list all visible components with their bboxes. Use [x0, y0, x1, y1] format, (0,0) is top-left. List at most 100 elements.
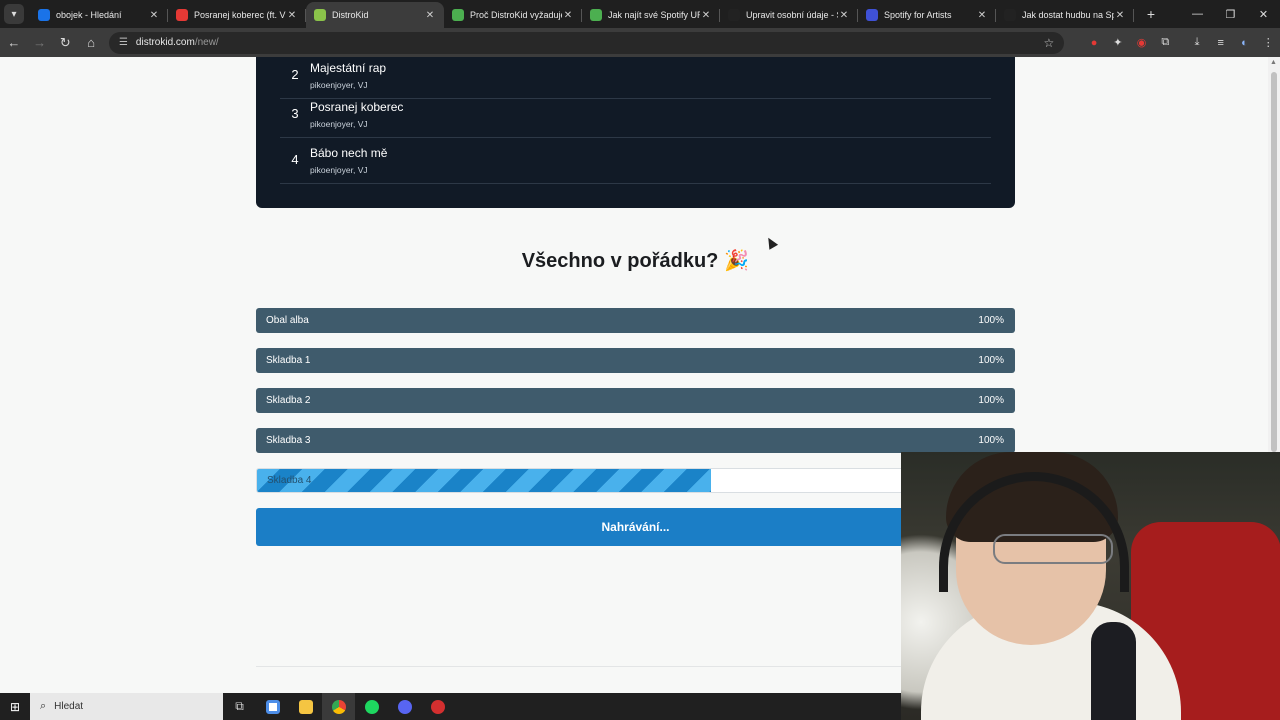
tab-favicon-icon — [452, 9, 464, 21]
upload-percent: 100% — [978, 355, 1004, 366]
tab-close-icon[interactable]: ✕ — [700, 10, 712, 21]
tab-favicon-icon — [590, 9, 602, 21]
upload-progress-bar: Skladba 1 100% — [256, 348, 1015, 373]
app-icon[interactable] — [421, 693, 454, 720]
browser-tab[interactable]: obojek - Hledání ✕ — [30, 2, 168, 28]
extensions-puzzle-icon[interactable]: ⧉ — [1153, 31, 1177, 55]
chrome-icon[interactable] — [322, 693, 355, 720]
new-tab-icon[interactable]: + — [1140, 3, 1162, 25]
windows-taskbar: ⊞ ⌕ Hledat ⧉ — [0, 693, 901, 720]
upload-percent: 100% — [978, 315, 1004, 326]
upload-progress-bar: Skladba 3 100% — [256, 428, 1015, 453]
track-title: Majestátní rap — [310, 61, 387, 75]
track-number: 3 — [291, 106, 299, 121]
site-info-icon[interactable]: ☰ — [119, 37, 128, 48]
upload-label: Skladba 1 — [266, 355, 311, 366]
upload-label: Skladba 3 — [266, 435, 311, 446]
extension-record-icon[interactable]: ◉ — [1130, 31, 1154, 55]
url-path: /new/ — [194, 37, 219, 48]
start-menu-icon[interactable]: ⊞ — [0, 693, 30, 720]
file-explorer-icon[interactable] — [289, 693, 322, 720]
profile-avatar[interactable]: ◐ — [1233, 31, 1257, 55]
webcam-glasses — [993, 534, 1113, 564]
browser-tab-strip: ▾ obojek - Hledání ✕ Posranej koberec (ft.… — [0, 0, 1280, 28]
tab-separator — [1133, 9, 1134, 22]
discord-icon[interactable] — [388, 693, 421, 720]
tab-close-icon[interactable]: ✕ — [838, 10, 850, 21]
task-view-icon[interactable]: ⧉ — [223, 693, 256, 720]
scroll-up-icon[interactable]: ▲ — [1270, 59, 1277, 66]
upload-label: Obal alba — [266, 315, 309, 326]
close-window-icon[interactable]: ✕ — [1247, 0, 1280, 28]
tab-favicon-icon — [38, 9, 50, 21]
browser-menu-icon[interactable]: ⋮ — [1256, 31, 1280, 55]
minimize-icon[interactable]: — — [1181, 0, 1214, 28]
tracklist-panel: 2 Majestátní rap pikoenjoyer, VJ 3 Posra… — [256, 57, 1015, 208]
tab-favicon-icon — [314, 9, 326, 21]
spotify-icon[interactable] — [355, 693, 388, 720]
tab-close-icon[interactable]: ✕ — [976, 10, 988, 21]
tab-favicon-icon — [1004, 9, 1016, 21]
tab-search-icon[interactable]: ▾ — [4, 4, 24, 24]
track-artists: pikoenjoyer, VJ — [310, 165, 368, 175]
track-artists: pikoenjoyer, VJ — [310, 119, 368, 129]
tab-title: obojek - Hledání — [56, 10, 122, 20]
upload-label: Skladba 2 — [266, 395, 311, 406]
search-icon: ⌕ — [40, 700, 47, 712]
tab-title: Upravit osobní údaje - Sp — [746, 10, 838, 20]
upload-percent: 100% — [978, 395, 1004, 406]
tab-title: Proč DistroKid vyžaduje s — [470, 10, 562, 20]
window-controls: — ❐ ✕ — [1181, 0, 1280, 28]
extension-icon[interactable]: ✦ — [1106, 31, 1130, 55]
taskbar-search-placeholder: Hledat — [54, 701, 84, 712]
url-host: distrokid.com — [135, 37, 195, 48]
upload-progress-bar: Skladba 2 100% — [256, 388, 1015, 413]
tab-title: Jak najít své Spotify URI k — [608, 10, 700, 20]
browser-tab[interactable]: Jak dostat hudbu na Spoti✕ — [996, 2, 1134, 28]
tab-close-icon[interactable]: ✕ — [148, 10, 160, 21]
browser-tab[interactable]: Posranej koberec (ft. V ✕ — [168, 2, 306, 28]
upload-label: Skladba 4 — [267, 475, 312, 486]
page-title: Všechno v pořádku? 🎉 — [256, 248, 1015, 273]
upload-progress-fill — [257, 469, 712, 492]
browser-tab[interactable]: Proč DistroKid vyžaduje s✕ — [444, 2, 582, 28]
taskbar-search[interactable]: ⌕ Hledat — [30, 693, 223, 720]
browser-tab[interactable]: DistroKid ✕ — [306, 2, 444, 28]
store-icon[interactable] — [256, 693, 289, 720]
party-popper-icon: 🎉 — [724, 250, 750, 272]
webcam-overlay — [901, 452, 1280, 720]
track-row: 3 Posranej koberec pikoenjoyer, VJ — [280, 92, 991, 138]
browser-tab[interactable]: Jak najít své Spotify URI k✕ — [582, 2, 720, 28]
address-url: distrokid.com/new/ — [136, 37, 1044, 48]
tab-close-icon[interactable]: ✕ — [1114, 10, 1126, 21]
browser-tab[interactable]: Upravit osobní údaje - Sp ✕ — [720, 2, 858, 28]
webcam-microphone — [1091, 622, 1136, 720]
track-artists: pikoenjoyer, VJ — [310, 80, 368, 90]
tab-favicon-icon — [728, 9, 740, 21]
download-icon[interactable]: ⤓ — [1185, 31, 1209, 55]
home-icon[interactable]: ⌂ — [79, 31, 103, 55]
track-row: 4 Bábo nech mě pikoenjoyer, VJ — [280, 138, 991, 184]
restore-icon[interactable]: ❐ — [1214, 0, 1247, 28]
tab-title: Posranej koberec (ft. V — [194, 10, 286, 20]
tab-close-icon[interactable]: ✕ — [562, 10, 574, 21]
upload-progress-bar: Obal alba 100% — [256, 308, 1015, 333]
address-bar[interactable]: ☰ distrokid.com/new/ ☆ — [108, 31, 1065, 54]
tab-close-icon[interactable]: ✕ — [286, 10, 298, 21]
track-title: Posranej koberec — [310, 100, 404, 114]
tab-close-icon[interactable]: ✕ — [424, 10, 436, 21]
track-number: 2 — [291, 67, 299, 82]
back-icon[interactable]: ← — [2, 31, 26, 55]
tab-list: obojek - Hledání ✕ Posranej koberec (ft. V… — [30, 0, 1134, 28]
browser-tab[interactable]: Spotify for Artists ✕ — [858, 2, 996, 28]
bookmark-star-icon[interactable]: ☆ — [1043, 36, 1054, 50]
extension-red-icon[interactable]: ● — [1082, 31, 1106, 55]
tab-favicon-icon — [176, 9, 188, 21]
scrollbar-thumb[interactable] — [1271, 72, 1277, 452]
reading-list-icon[interactable]: ≡ — [1209, 31, 1233, 55]
tab-title: Jak dostat hudbu na Spoti — [1022, 10, 1114, 20]
forward-icon[interactable]: → — [28, 31, 52, 55]
tab-title: Spotify for Artists — [884, 10, 952, 20]
reload-icon[interactable]: ↻ — [53, 31, 77, 55]
track-number: 4 — [291, 152, 299, 167]
